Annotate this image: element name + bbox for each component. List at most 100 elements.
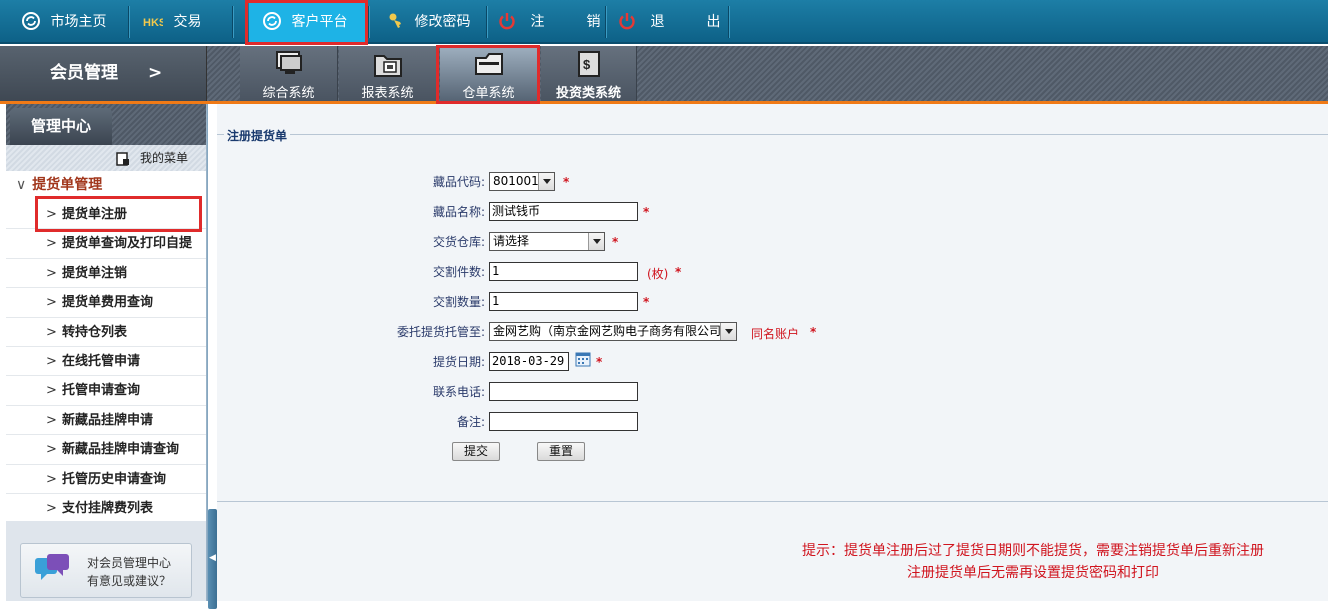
phone-input[interactable]: [489, 382, 638, 401]
form-legend: 注册提货单: [224, 127, 291, 144]
custodian-select[interactable]: 金网艺购（南京金网艺购电子商务有限公司）: [489, 322, 737, 341]
delivery-pieces-input[interactable]: 1: [489, 262, 638, 281]
sidebar-splitter: ◀: [207, 104, 217, 609]
tab-investment-system[interactable]: $ 投资类系统: [541, 46, 637, 101]
collapse-sidebar-handle[interactable]: ◀: [208, 509, 217, 609]
phone-label: 联系电话:: [432, 385, 485, 399]
svg-text:HKS: HKS: [143, 17, 163, 29]
hks-logo-icon: HKS: [143, 17, 163, 29]
power-icon: [619, 12, 635, 29]
sidebar-menu-item[interactable]: > 提货单查询及打印自提: [6, 229, 206, 259]
required-mark: *: [643, 295, 650, 309]
item-name-label: 藏品名称:: [432, 205, 485, 219]
sidebar-menu-item-label: 托管申请查询: [62, 383, 141, 399]
warehouse-value: 请选择: [493, 234, 530, 248]
delivery-quantity-input[interactable]: 1: [489, 292, 638, 311]
member-management-label: 会员管理: [50, 63, 118, 83]
row-remark: 备注:: [217, 412, 485, 432]
chevron-right-icon: >: [46, 353, 57, 369]
sidebar-menu-item[interactable]: > 提货单注销: [6, 259, 206, 289]
trade-link[interactable]: HKS 交易: [143, 0, 201, 44]
sidebar-menu-item[interactable]: > 托管申请查询: [6, 376, 206, 406]
exit-link[interactable]: 退 出: [618, 0, 734, 44]
reset-button[interactable]: 重置: [537, 442, 585, 461]
sidebar-menu-item-label: 转持仓列表: [62, 324, 128, 340]
feedback-button[interactable]: 对会员管理中心 有意见或建议？: [20, 543, 192, 598]
refresh-circle-icon: [263, 11, 281, 30]
item-code-select[interactable]: 801001: [489, 172, 555, 191]
svg-text:$: $: [583, 57, 591, 72]
sidebar-menu-item-label: 在线托管申请: [62, 353, 141, 369]
tab-warehouse-receipt-system[interactable]: 仓单系统: [440, 46, 538, 101]
item-name-input[interactable]: 测试钱币: [489, 202, 638, 221]
tab-comprehensive-system[interactable]: 综合系统: [240, 46, 338, 101]
sidebar-menu-item[interactable]: > 托管历史申请查询: [6, 465, 206, 494]
custodian-value: 金网艺购（南京金网艺购电子商务有限公司）: [493, 324, 734, 338]
sidebar-menu-item[interactable]: > 提货单注册: [6, 200, 206, 230]
sidebar-menu-item-label: 托管历史申请查询: [62, 471, 167, 487]
left-sidebar: 管理中心 我的菜单 ∨ 提货单管理 > 提货单注册 > 提货单查询及打印自提 > 提货单注销…: [6, 104, 207, 601]
tab-report-system[interactable]: 报表系统: [339, 46, 437, 101]
dropdown-arrow-icon: [720, 323, 736, 340]
chevron-right-icon: >: [46, 295, 57, 311]
warehouse-select[interactable]: 请选择: [489, 232, 605, 251]
chevron-right-icon: >: [46, 236, 57, 252]
sidebar-menu-item-label: 提货单注销: [62, 265, 128, 281]
chevron-down-icon: ∨: [16, 177, 27, 193]
row-warehouse: 交货仓库:: [217, 232, 485, 252]
sidebar-menu-item[interactable]: > 支付挂牌费列表: [6, 494, 206, 524]
customer-platform-link[interactable]: 客户平台: [249, 0, 365, 44]
menu-document-icon: [116, 151, 130, 166]
my-menu-label: 我的菜单: [139, 151, 188, 165]
required-mark: *: [563, 175, 570, 189]
chevron-right-icon: >: [46, 500, 57, 516]
market-home-link[interactable]: 市场主页: [22, 0, 106, 44]
group-label: 提货单管理: [32, 177, 103, 193]
row-custodian: 委托提货托管至:: [217, 322, 485, 342]
logout-link[interactable]: 注 销: [498, 0, 614, 44]
dropdown-arrow-icon: [538, 173, 554, 190]
sidebar-menu-item[interactable]: > 新藏品挂牌申请查询: [6, 435, 206, 465]
dropdown-arrow-icon: [588, 233, 604, 250]
row-item-code: 藏品代码:: [217, 172, 485, 192]
chevron-right-icon: >: [46, 383, 57, 399]
row-pickup-date: 提货日期:: [217, 352, 485, 372]
pickup-date-input[interactable]: 2018-03-29: [489, 352, 569, 371]
chevron-right-icon: >: [46, 471, 57, 487]
hint-line-1: 提示：提货单注册后过了提货日期则不能提货，需要注销提货单后重新注册: [802, 543, 1264, 559]
row-item-name: 藏品名称:: [217, 202, 485, 222]
required-mark: *: [596, 355, 603, 369]
sidebar-menu-item[interactable]: > 在线托管申请: [6, 347, 206, 377]
required-mark: *: [675, 265, 682, 279]
tab-label: 综合系统: [262, 86, 315, 101]
logout-label: 注 销: [530, 14, 615, 30]
register-delivery-form: 注册提货单 藏品代码: 801001 * 藏品名称: 测试钱币 * 交货仓库: …: [217, 127, 1328, 502]
feedback-line-2: 有意见或建议？: [87, 574, 172, 588]
tab-label: 投资类系统: [555, 86, 621, 101]
member-management-menu[interactable]: 会员管理 >: [0, 46, 207, 101]
my-menu-link[interactable]: 我的菜单: [6, 145, 206, 171]
sidebar-header: 管理中心: [6, 104, 206, 145]
chevron-left-icon: ◀: [209, 553, 216, 563]
sidebar-menu-item-label: 提货单注册: [62, 207, 128, 222]
change-password-label: 修改密码: [414, 14, 471, 30]
submit-button[interactable]: 提交: [452, 442, 500, 461]
chevron-right-icon: >: [46, 442, 57, 458]
hint-message: 提示：提货单注册后过了提货日期则不能提货，需要注销提货单后重新注册 注册提货单后…: [753, 540, 1313, 584]
delivery-quantity-label: 交割数量:: [432, 295, 485, 309]
sidebar-menu-item[interactable]: > 转持仓列表: [6, 318, 206, 347]
change-password-link[interactable]: 修改密码: [386, 0, 470, 44]
sidebar-menu-item[interactable]: > 新藏品挂牌申请: [6, 406, 206, 436]
menu-group-delivery-order[interactable]: ∨ 提货单管理: [6, 171, 206, 200]
required-mark: *: [643, 205, 650, 219]
menu-list: > 提货单注册 > 提货单查询及打印自提 > 提货单注销 > 提货单费用查询 > 转持仓列表 > 在线…: [6, 200, 206, 524]
chevron-right-icon: >: [46, 324, 57, 340]
feedback-area: 对会员管理中心 有意见或建议？: [6, 521, 206, 601]
calendar-icon[interactable]: [575, 351, 591, 367]
sidebar-menu-item-label: 新藏品挂牌申请: [62, 412, 154, 428]
tab-label: 仓单系统: [462, 86, 515, 101]
remark-input[interactable]: [489, 412, 638, 431]
row-delivery-quantity: 交割数量:: [217, 292, 485, 312]
management-center-tab[interactable]: 管理中心: [10, 108, 112, 145]
sidebar-menu-item[interactable]: > 提货单费用查询: [6, 288, 206, 318]
